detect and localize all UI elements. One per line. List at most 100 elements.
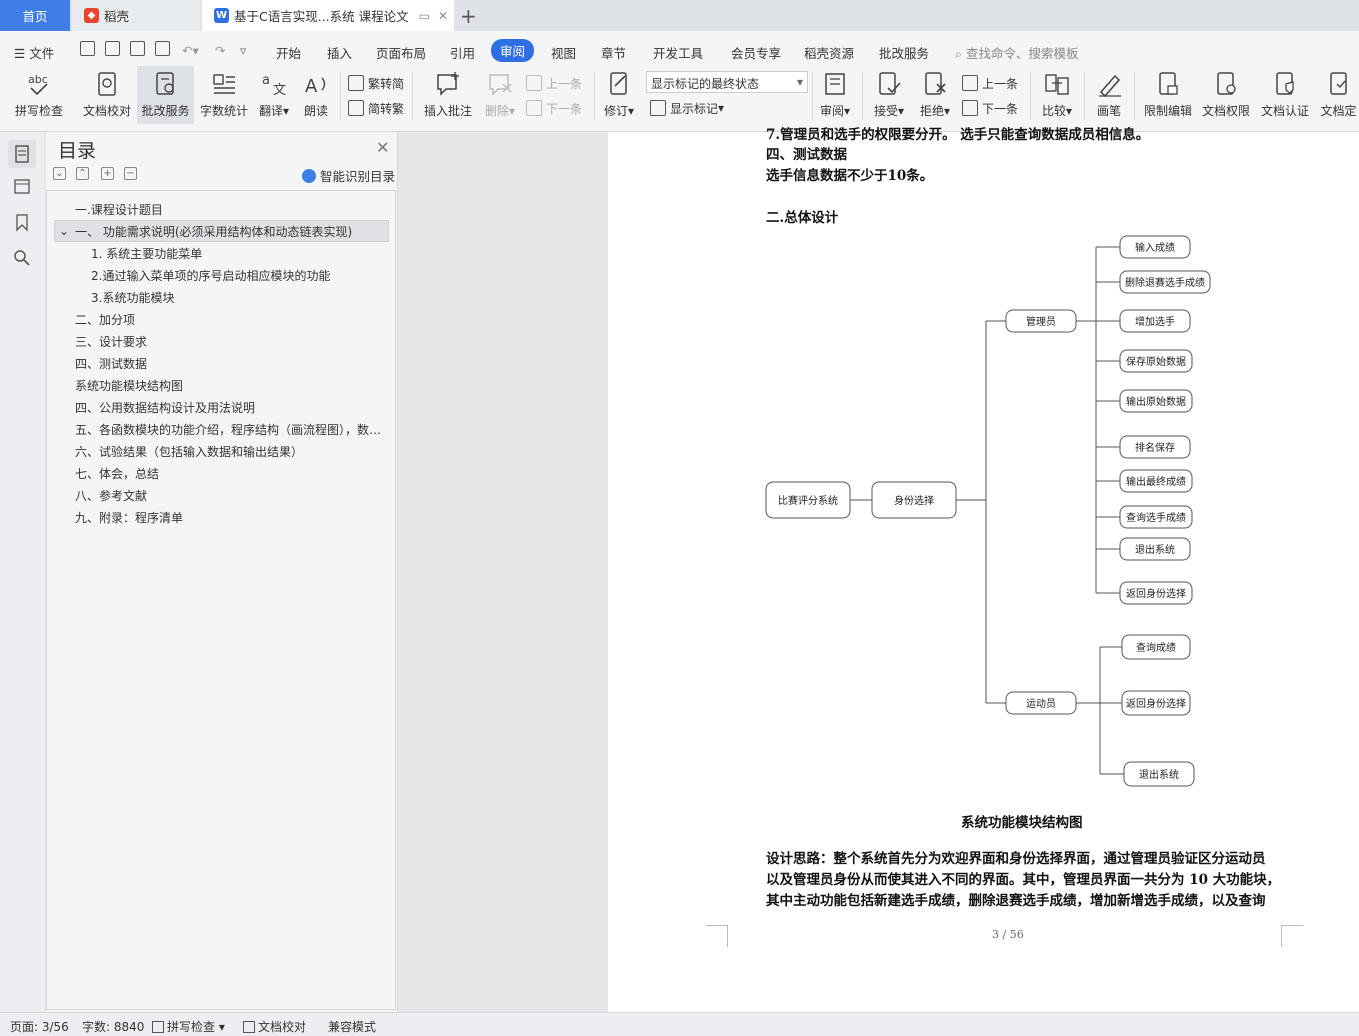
undo-icon[interactable]: ↶▾ [182, 40, 199, 61]
menu-tab-start[interactable]: 开始 [276, 40, 301, 65]
show-markup-button[interactable]: 显示标记 ▾ [650, 97, 724, 119]
toc-item[interactable]: 二、加分项 [75, 308, 135, 330]
toc-item[interactable]: 九、附录：程序清单 [75, 506, 183, 528]
menu-tab-reference[interactable]: 引用 [450, 40, 475, 65]
expand-level-icon[interactable]: ⌃ [76, 167, 89, 180]
status-spell-label: 拼写检查 [167, 1020, 216, 1034]
markup-state-select[interactable]: 显示标记的最终状态 ▾ [646, 71, 808, 93]
tab-bar: 首页 ◆ 稻壳 W 基于C语言实现...系统 课程论文 ▭ ✕ + [0, 0, 1359, 31]
menu-tab-layout[interactable]: 页面布局 [376, 40, 426, 65]
trad-to-simp-button[interactable]: 繁转简 [348, 72, 404, 94]
toc-item[interactable]: 四、公用数据结构设计及用法说明 [75, 396, 255, 418]
tab-pin-icon[interactable]: ▭ [419, 9, 430, 23]
bookmark-icon[interactable] [12, 212, 32, 232]
menu-tab-view[interactable]: 视图 [551, 40, 576, 65]
compare-label: 比较▾ [1041, 104, 1073, 118]
navigation-pane: 目录 ✕ ⌄ ⌃ + − 智能识别目录 一.课程设计题目 ⌄ 一、 功能需求说明(必… [46, 132, 398, 1012]
word-count-indicator[interactable]: 字数: 8840 [82, 1018, 144, 1035]
search-icon[interactable] [12, 248, 32, 268]
menu-tab-insert[interactable]: 插入 [327, 40, 352, 65]
tab-close-icon[interactable]: ✕ [438, 9, 448, 23]
page-indicator[interactable]: 页面: 3/56 [10, 1018, 69, 1035]
status-spell-check[interactable]: 拼写检查 ▾ [152, 1018, 225, 1035]
remove-heading-icon[interactable]: − [124, 167, 137, 180]
menu-tab-daoke[interactable]: 稻壳资源 [804, 40, 854, 65]
chapter-nav-icon[interactable] [12, 176, 32, 196]
save-icon[interactable] [80, 41, 95, 56]
document-certify-button[interactable]: 文档认证 [1256, 66, 1314, 124]
simp-to-trad-button[interactable]: 简转繁 [348, 97, 404, 119]
toc-item[interactable]: 三、设计要求 [75, 330, 147, 352]
toc-item[interactable]: 3.系统功能模块 [91, 286, 174, 308]
document-proofread-button[interactable]: 文档校对 [78, 66, 136, 124]
quick-access-more-icon[interactable]: ▿ [240, 40, 246, 61]
export-pdf-icon[interactable] [105, 41, 120, 56]
diagram-admin-label: 管理员 [1026, 315, 1056, 328]
translate-button[interactable]: a文 翻译▾ [256, 66, 292, 124]
toc-item[interactable]: 系统功能模块结构图 [75, 374, 183, 396]
print-icon[interactable] [130, 41, 145, 56]
status-proofread[interactable]: 文档校对 [243, 1018, 306, 1035]
add-heading-icon[interactable]: + [101, 167, 114, 180]
command-search-placeholder: 查找命令、搜索模板 [965, 46, 1079, 61]
next-change-button[interactable]: 下一条 [962, 97, 1018, 119]
expand-chevron-icon[interactable]: ⌄ [59, 224, 69, 238]
insert-comment-button[interactable]: 插入批注 [420, 66, 476, 124]
file-menu[interactable]: ☰ 文件 [14, 40, 54, 65]
review-pane-button[interactable]: 审阅▾ [817, 66, 853, 124]
redo-icon[interactable]: ↷ [215, 40, 225, 61]
prev-change-button[interactable]: 上一条 [962, 72, 1018, 94]
prev-comment-button[interactable]: 上一条 [526, 72, 582, 94]
document-permission-button[interactable]: 文档权限 [1198, 66, 1254, 124]
doc-paragraph-line: 以及管理员身份从而使其进入不同的界面。其中，管理员界面一共分为 10 大功能块， [766, 872, 1281, 888]
document-canvas[interactable]: 7.管理员和选手的权限要分开。 选手只能查询数据成员相信息。 四、测试数据 选手… [399, 127, 1359, 1012]
diagram-admin-item-label: 删除退赛选手成绩 [1125, 276, 1205, 289]
menu-tab-chapter[interactable]: 章节 [601, 40, 626, 65]
diagram-admin-item-label: 输出最终成绩 [1126, 475, 1186, 488]
toc-item[interactable]: ⌄ 一、 功能需求说明(必须采用结构体和动态链表实现) [54, 220, 389, 242]
toc-item[interactable]: 八、参考文献 [75, 484, 147, 506]
compare-button[interactable]: 比较▾ [1037, 66, 1077, 124]
toc-item[interactable]: 1. 系统主要功能菜单 [91, 242, 202, 264]
next-comment-button[interactable]: 下一条 [526, 97, 582, 119]
toc-panel-icon[interactable] [8, 140, 36, 168]
document-page[interactable]: 7.管理员和选手的权限要分开。 选手只能查询数据成员相信息。 四、测试数据 选手… [608, 127, 1359, 1012]
toc-item[interactable]: 一.课程设计题目 [75, 198, 163, 220]
menu-tab-devtools[interactable]: 开发工具 [653, 40, 703, 65]
read-aloud-button[interactable]: A 朗读 [300, 66, 332, 124]
read-aloud-label: 朗读 [303, 104, 328, 118]
toc-item-label: 一.课程设计题目 [75, 202, 163, 217]
smart-toc-button[interactable]: 智能识别目录 [302, 166, 395, 185]
delete-comment-button[interactable]: 删除▾ [480, 66, 520, 124]
diagram-admin-item-label: 返回身份选择 [1126, 587, 1186, 600]
grading-service-button[interactable]: 批改服务 [137, 66, 194, 124]
tab-document[interactable]: W 基于C语言实现...系统 课程论文 ▭ ✕ [202, 0, 454, 31]
toc-item[interactable]: 五、各函数模块的功能介绍，程序结构（画流程图），数… [75, 418, 381, 440]
track-changes-button[interactable]: 修订▾ [600, 66, 638, 124]
menu-tab-review[interactable]: 审阅 [491, 39, 535, 62]
accept-change-button[interactable]: 接受▾ [870, 66, 908, 124]
document-finalize-button[interactable]: 文档定 [1318, 66, 1359, 124]
tab-home[interactable]: 首页 [0, 0, 70, 31]
new-tab-button[interactable]: + [460, 4, 477, 28]
pen-button[interactable]: 画笔 [1090, 66, 1128, 124]
toc-item[interactable]: 六、试验结果（包括输入数据和输出结果） [75, 440, 303, 462]
word-count-button[interactable]: 字数统计 [197, 66, 251, 124]
restrict-editing-button[interactable]: 限制编辑 [1140, 66, 1196, 124]
status-bar: 页面: 3/56 字数: 8840 拼写检查 ▾ 文档校对 兼容模式 [0, 1012, 1359, 1036]
toc-item[interactable]: 四、测试数据 [75, 352, 147, 374]
menu-tab-member[interactable]: 会员专享 [731, 40, 781, 65]
toc-item-label: 九、附录：程序清单 [75, 510, 184, 525]
diagram-admin-item-label: 增加选手 [1135, 315, 1175, 328]
spell-check-button[interactable]: abc 拼写检查 [8, 66, 70, 124]
collapse-all-icon[interactable]: ⌄ [53, 167, 66, 180]
command-search[interactable]: ⌕ 查找命令、搜索模板 [955, 40, 1079, 65]
reject-change-button[interactable]: 拒绝▾ [916, 66, 954, 124]
close-icon[interactable]: ✕ [376, 138, 389, 157]
doc-heading: 四、测试数据 [766, 147, 847, 163]
tab-daoke[interactable]: ◆ 稻壳 [72, 0, 200, 31]
toc-item[interactable]: 2.通过输入菜单项的序号启动相应模块的功能 [91, 264, 330, 286]
toc-item[interactable]: 七、体会，总结 [75, 462, 159, 484]
print-preview-icon[interactable] [155, 41, 170, 56]
menu-tab-grading[interactable]: 批改服务 [879, 40, 929, 65]
